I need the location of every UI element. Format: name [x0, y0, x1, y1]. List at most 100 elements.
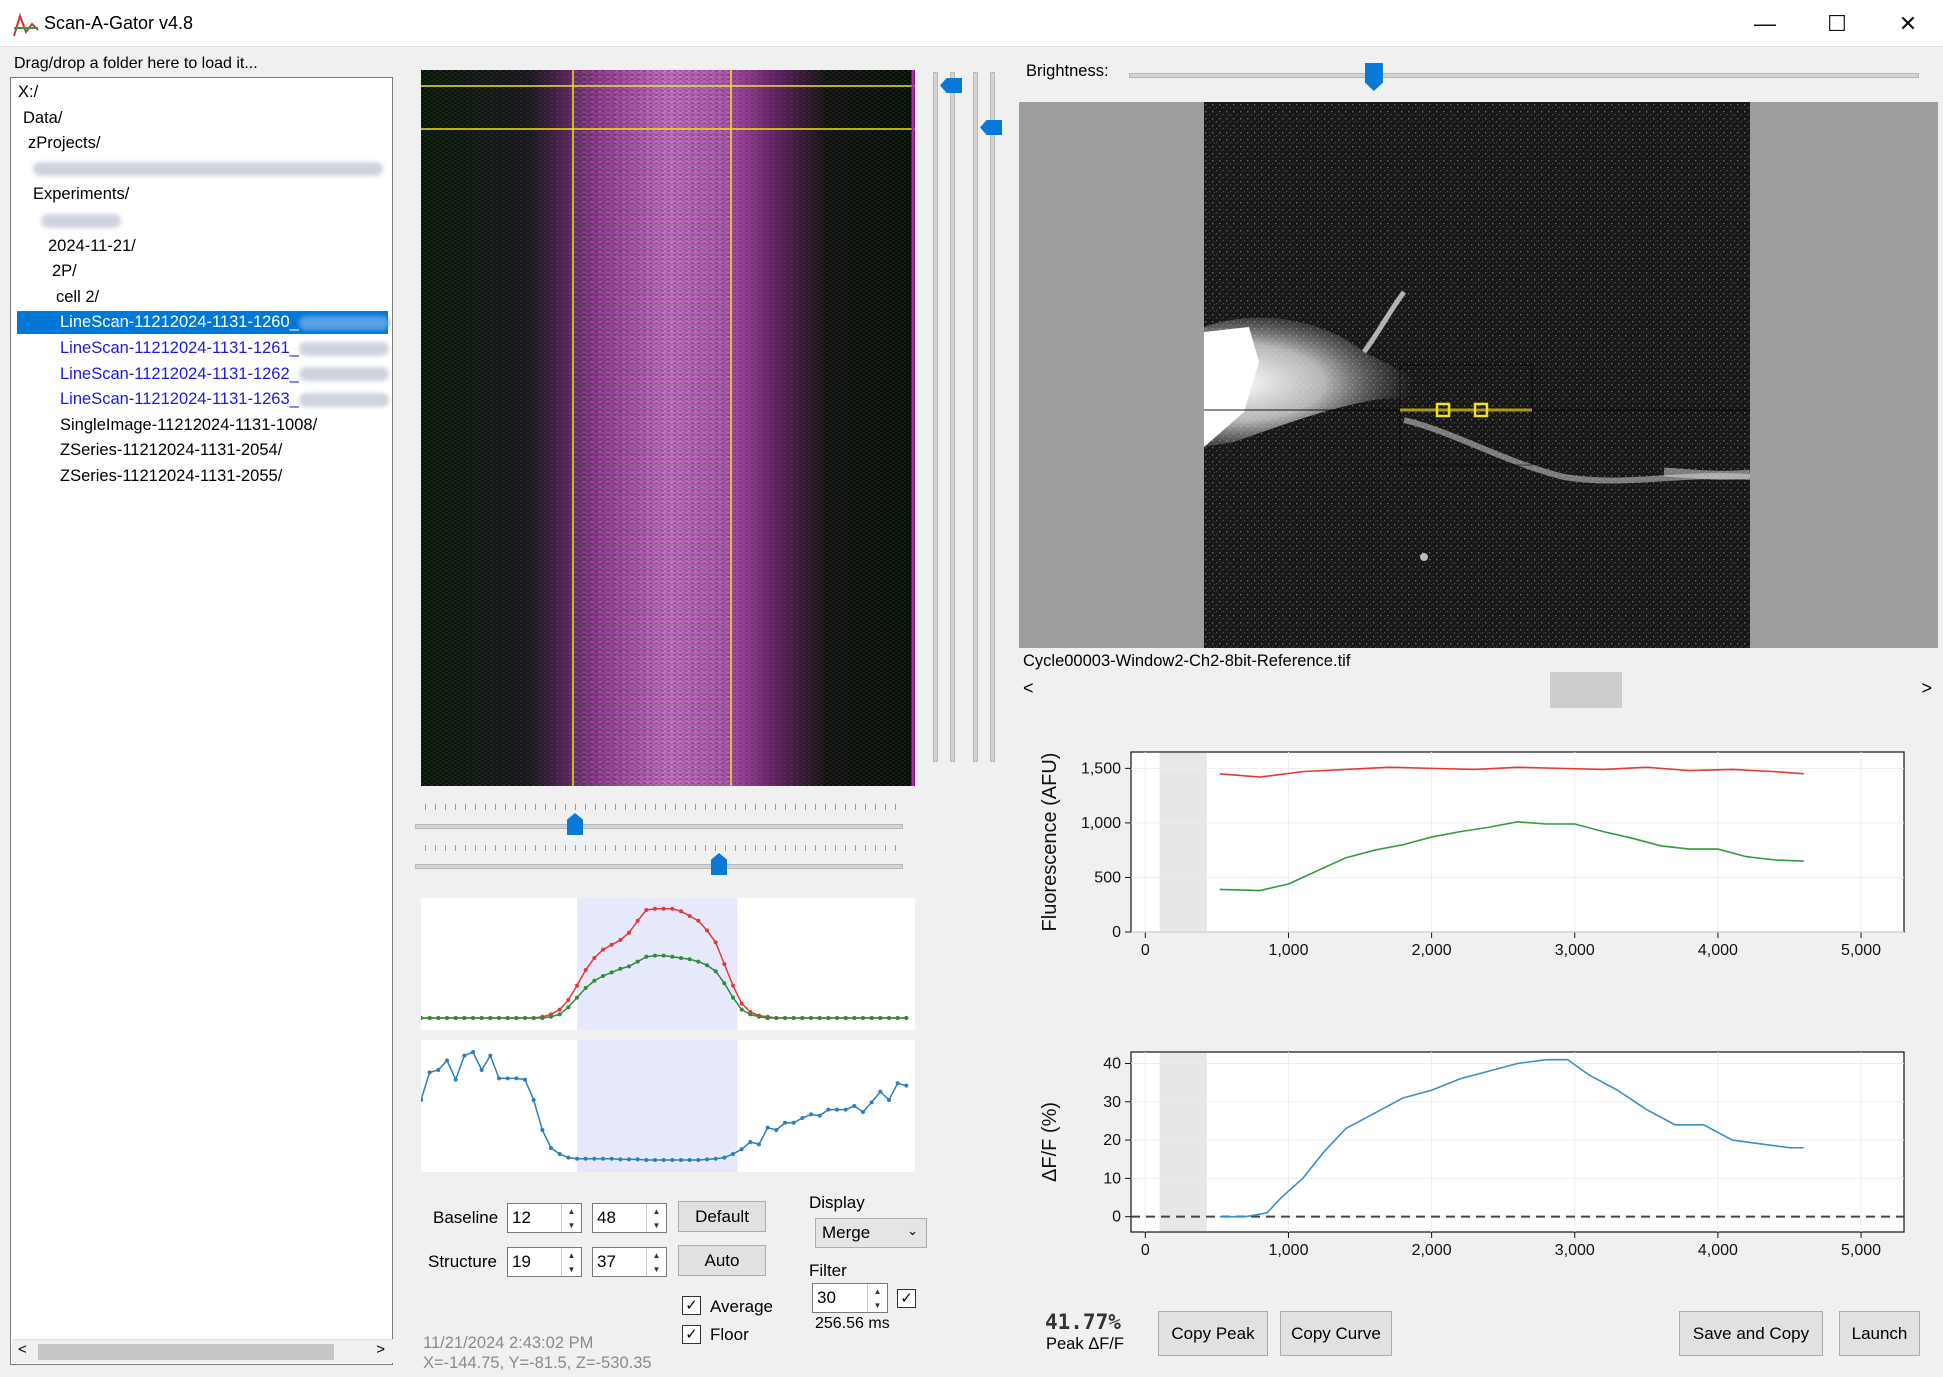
scrollbar-thumb[interactable] — [38, 1344, 334, 1360]
structure-start-thumb[interactable] — [567, 813, 583, 835]
reference-filename: Cycle00003-Window2-Ch2-8bit-Reference.ti… — [1023, 652, 1351, 670]
tree-item[interactable] — [33, 158, 383, 181]
scroll-right-icon[interactable]: > — [376, 1341, 385, 1358]
structure-end-stepper[interactable]: 37 ▲ ▼ — [592, 1247, 667, 1277]
structure-start-slider[interactable] — [415, 824, 903, 829]
scrollbar-thumb[interactable] — [1550, 672, 1622, 708]
scroll-left-icon[interactable]: < — [1023, 678, 1034, 699]
structure-end-thumb[interactable] — [711, 853, 727, 875]
default-button[interactable]: Default — [678, 1201, 766, 1232]
tree-item-label: cell 2/ — [56, 287, 100, 306]
auto-button[interactable]: Auto — [678, 1245, 766, 1276]
data-point — [748, 1140, 753, 1144]
data-point — [471, 1050, 475, 1054]
tree-item-label: zProjects/ — [28, 134, 101, 153]
data-point — [705, 928, 709, 933]
tree-item[interactable]: Data/ — [23, 107, 62, 130]
reference-image[interactable] — [1204, 102, 1750, 648]
tree-item[interactable]: Experiments/ — [33, 183, 129, 206]
stepper-down-icon[interactable]: ▼ — [647, 1218, 666, 1232]
tree-item[interactable]: 2024-11-21/ — [48, 235, 136, 258]
launch-button[interactable]: Launch — [1839, 1311, 1920, 1356]
brightness-slider[interactable] — [1129, 73, 1919, 78]
data-point — [765, 1125, 770, 1130]
save-and-copy-button[interactable]: Save and Copy — [1679, 1311, 1823, 1356]
stepper-down-icon[interactable]: ▼ — [562, 1262, 581, 1276]
baseline-vertical-slider[interactable] — [933, 72, 938, 762]
structure-end-slider[interactable] — [415, 864, 903, 869]
data-point — [540, 1128, 545, 1132]
tree-item[interactable]: LineScan-11212024-1131-1260_ — [17, 311, 389, 335]
data-point — [661, 906, 666, 911]
stepper-up-icon[interactable]: ▲ — [647, 1204, 666, 1218]
stepper-up-icon[interactable]: ▲ — [562, 1204, 581, 1218]
ratio-profile-plot[interactable] — [419, 1040, 915, 1172]
data-point — [583, 1156, 588, 1161]
maximize-button[interactable]: ☐ — [1802, 0, 1872, 47]
linescan-image[interactable] — [421, 70, 915, 786]
tree-item[interactable] — [41, 209, 121, 232]
data-point — [878, 1089, 883, 1094]
redacted-text — [33, 162, 383, 177]
data-point — [575, 983, 579, 988]
copy-peak-button[interactable]: Copy Peak — [1158, 1311, 1268, 1356]
data-point — [739, 1001, 744, 1006]
tree-item-label: X:/ — [18, 83, 39, 101]
tree-item[interactable]: X:/ — [18, 81, 38, 104]
copy-curve-button[interactable]: Copy Curve — [1280, 1311, 1392, 1356]
tree-item[interactable]: SingleImage-11212024-1131-1008/ — [60, 414, 317, 437]
baseline-start-stepper[interactable]: 12 ▲ ▼ — [507, 1203, 582, 1233]
minimize-button[interactable]: — — [1730, 0, 1800, 47]
tree-item[interactable]: 2P/ — [52, 260, 77, 283]
scroll-left-icon[interactable]: < — [18, 1341, 27, 1358]
structure-slider-thumb[interactable] — [980, 120, 1002, 135]
intensity-profile-plot[interactable] — [419, 898, 915, 1030]
filter-checkbox[interactable]: ✓ — [897, 1289, 916, 1308]
folder-tree[interactable]: X:/ Data/zProjects/Experiments/2024-11-21… — [10, 77, 393, 1365]
fluorescence-chart-panel[interactable]: 0 1,000 2,000 3,000 4,000 5,000 0 500 1,000 1,500… — [1019, 730, 1919, 970]
tree-item[interactable]: zProjects/ — [28, 132, 100, 155]
display-select[interactable]: Merge ⌄ — [815, 1218, 927, 1248]
tree-item[interactable]: LineScan-11212024-1131-1262_ — [60, 363, 389, 386]
dff-chart-panel[interactable]: 0 1,000 2,000 3,000 4,000 5,000 0 10 20 30 40 ΔF/F … — [1019, 1030, 1919, 1270]
tree-item[interactable]: ZSeries-11212024-1131-2054/ — [60, 439, 282, 462]
tree-item[interactable]: LineScan-11212024-1131-1263_ — [60, 388, 389, 411]
structure-start-stepper[interactable]: 19 ▲ ▼ — [507, 1247, 582, 1277]
tree-item[interactable]: ZSeries-11212024-1131-2055/ — [60, 465, 282, 488]
data-point — [739, 1147, 744, 1152]
stepper-down-icon[interactable]: ▼ — [647, 1262, 666, 1276]
tree-item[interactable]: cell 2/ — [56, 286, 99, 309]
tree-item[interactable]: LineScan-11212024-1131-1261_ — [60, 337, 389, 360]
baseline-slider-thumb[interactable] — [940, 78, 962, 93]
reference-horizontal-scrollbar[interactable]: < > — [1019, 672, 1938, 708]
data-point — [583, 968, 588, 972]
baseline-end-stepper[interactable]: 48 ▲ ▼ — [592, 1203, 667, 1233]
average-checkbox[interactable]: ✓ — [682, 1296, 701, 1315]
brightness-slider-thumb[interactable] — [1364, 63, 1383, 91]
close-button[interactable]: ✕ — [1873, 0, 1943, 47]
structure-vertical-slider[interactable] — [973, 72, 978, 762]
tree-item-label: LineScan-11212024-1131-1262_ — [60, 364, 299, 383]
data-point — [566, 998, 571, 1002]
data-point — [557, 1012, 562, 1017]
structure-highlight — [577, 1040, 738, 1172]
tree-horizontal-scrollbar[interactable]: < > — [12, 1339, 393, 1363]
stepper-down-icon[interactable]: ▼ — [562, 1218, 581, 1232]
filter-stepper[interactable]: 30 ▲ ▼ — [812, 1283, 888, 1313]
structure-vertical-track[interactable] — [990, 72, 995, 762]
floor-checkbox[interactable]: ✓ — [682, 1325, 701, 1344]
stepper-down-icon[interactable]: ▼ — [868, 1298, 887, 1312]
tree-item-label: Data/ — [23, 108, 63, 127]
data-point — [635, 959, 640, 964]
stepper-up-icon[interactable]: ▲ — [647, 1248, 666, 1262]
baseline-vertical-track[interactable] — [950, 72, 955, 762]
stepper-up-icon[interactable]: ▲ — [562, 1248, 581, 1262]
stepper-up-icon[interactable]: ▲ — [868, 1284, 887, 1298]
data-point — [644, 954, 649, 959]
scroll-right-icon[interactable]: > — [1921, 678, 1932, 699]
y-axis-label: ΔF/F (%) — [1039, 1102, 1061, 1182]
data-point — [687, 957, 692, 962]
y-tick-label: 500 — [1094, 869, 1121, 886]
data-point — [783, 1016, 787, 1020]
filter-value: 30 — [817, 1288, 836, 1307]
